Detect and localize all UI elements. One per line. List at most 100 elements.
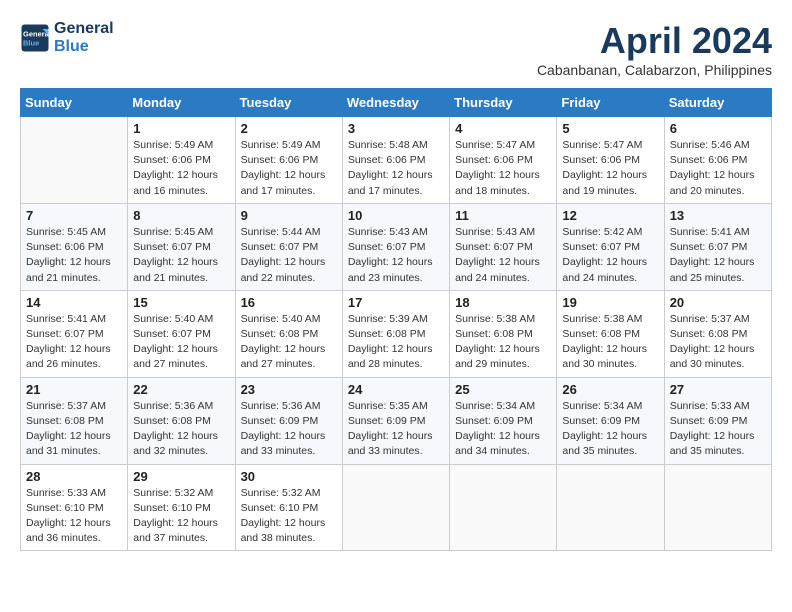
day-info: Sunrise: 5:38 AMSunset: 6:08 PMDaylight:… — [455, 312, 551, 373]
calendar-cell: 11Sunrise: 5:43 AMSunset: 6:07 PMDayligh… — [450, 203, 557, 290]
day-header-thursday: Thursday — [450, 89, 557, 117]
calendar-cell: 20 Sunrise: 5:37 AMSunset: 6:08 PMDayligh… — [664, 290, 771, 377]
day-number: 11 — [455, 208, 551, 223]
calendar-cell: 29Sunrise: 5:32 AMSunset: 6:10 PMDayligh… — [128, 464, 235, 551]
calendar-cell: 30 Sunrise: 5:32 AMSunset: 6:10 PMDayligh… — [235, 464, 342, 551]
calendar-cell: 1Sunrise: 5:49 AMSunset: 6:06 PMDaylight… — [128, 117, 235, 204]
day-number: 18 — [455, 295, 551, 310]
month-title: April 2024 — [537, 20, 772, 62]
calendar-cell: 10 Sunrise: 5:43 AMSunset: 6:07 PMDayligh… — [342, 203, 449, 290]
day-info: Sunrise: 5:35 AMSunset: 6:09 PMDaylight:… — [348, 399, 444, 460]
day-info: Sunrise: 5:40 AMSunset: 6:07 PMDaylight:… — [133, 312, 229, 373]
calendar-cell: 7Sunrise: 5:45 AMSunset: 6:06 PMDaylight… — [21, 203, 128, 290]
calendar-cell: 19 Sunrise: 5:38 AMSunset: 6:08 PMDayligh… — [557, 290, 664, 377]
day-info: Sunrise: 5:37 AMSunset: 6:08 PMDaylight:… — [26, 399, 122, 460]
day-info: Sunrise: 5:41 AMSunset: 6:07 PMDaylight:… — [670, 225, 766, 286]
day-number: 5 — [562, 121, 658, 136]
day-number: 1 — [133, 121, 229, 136]
day-info: Sunrise: 5:45 AMSunset: 6:07 PMDaylight:… — [133, 225, 229, 286]
calendar-week-row: 1 Sunrise: 5:49 AMSunset: 6:06 PMDaylight… — [21, 117, 772, 204]
day-header-friday: Friday — [557, 89, 664, 117]
calendar-cell: 13 Sunrise: 5:41 AMSunset: 6:07 PMDayligh… — [664, 203, 771, 290]
day-info: Sunrise: 5:37 AMSunset: 6:08 PMDaylight:… — [670, 312, 766, 373]
calendar-week-row: 14 Sunrise: 5:41 AMSunset: 6:07 PMDayligh… — [21, 290, 772, 377]
day-number: 14 — [26, 295, 122, 310]
calendar-cell — [342, 464, 449, 551]
day-number: 27 — [670, 382, 766, 397]
day-info: Sunrise: 5:33 AMSunset: 6:09 PMDaylight:… — [670, 399, 766, 460]
day-info: Sunrise: 5:46 AMSunset: 6:06 PMDaylight:… — [670, 138, 766, 199]
day-number: 23 — [241, 382, 337, 397]
calendar-cell: 22Sunrise: 5:36 AMSunset: 6:08 PMDayligh… — [128, 377, 235, 464]
svg-text:Blue: Blue — [23, 39, 39, 48]
page-header: General Blue General Blue April 2024 Cab… — [20, 20, 772, 78]
day-number: 2 — [241, 121, 337, 136]
calendar-cell: 15 Sunrise: 5:40 AMSunset: 6:07 PMDayligh… — [128, 290, 235, 377]
calendar-cell — [664, 464, 771, 551]
calendar-cell — [450, 464, 557, 551]
day-info: Sunrise: 5:36 AMSunset: 6:08 PMDaylight:… — [133, 399, 229, 460]
day-info: Sunrise: 5:48 AMSunset: 6:06 PMDaylight:… — [348, 138, 444, 199]
day-number: 4 — [455, 121, 551, 136]
day-number: 25 — [455, 382, 551, 397]
calendar-week-row: 7Sunrise: 5:45 AMSunset: 6:06 PMDaylight… — [21, 203, 772, 290]
day-number: 3 — [348, 121, 444, 136]
calendar-cell: 3 Sunrise: 5:48 AMSunset: 6:06 PMDaylight… — [342, 117, 449, 204]
calendar-cell — [21, 117, 128, 204]
day-number: 13 — [670, 208, 766, 223]
day-number: 21 — [26, 382, 122, 397]
day-info: Sunrise: 5:42 AMSunset: 6:07 PMDaylight:… — [562, 225, 658, 286]
calendar-cell: 17Sunrise: 5:39 AMSunset: 6:08 PMDayligh… — [342, 290, 449, 377]
day-info: Sunrise: 5:33 AMSunset: 6:10 PMDaylight:… — [26, 486, 122, 547]
calendar-cell: 14 Sunrise: 5:41 AMSunset: 6:07 PMDayligh… — [21, 290, 128, 377]
calendar-body: 1 Sunrise: 5:49 AMSunset: 6:06 PMDaylight… — [21, 117, 772, 551]
day-header-wednesday: Wednesday — [342, 89, 449, 117]
day-info: Sunrise: 5:45 AMSunset: 6:06 PMDaylight:… — [26, 225, 122, 286]
calendar-cell — [557, 464, 664, 551]
day-info: Sunrise: 5:43 AMSunset: 6:07 PMDaylight:… — [348, 225, 444, 286]
calendar-cell: 9Sunrise: 5:44 AMSunset: 6:07 PMDaylight… — [235, 203, 342, 290]
day-header-monday: Monday — [128, 89, 235, 117]
day-header-sunday: Sunday — [21, 89, 128, 117]
day-info: Sunrise: 5:39 AMSunset: 6:08 PMDaylight:… — [348, 312, 444, 373]
day-info: Sunrise: 5:36 AMSunset: 6:09 PMDaylight:… — [241, 399, 337, 460]
day-number: 9 — [241, 208, 337, 223]
day-number: 10 — [348, 208, 444, 223]
day-info: Sunrise: 5:49 AMSunset: 6:06 PMDaylight:… — [241, 138, 337, 199]
day-number: 16 — [241, 295, 337, 310]
day-info: Sunrise: 5:40 AMSunset: 6:08 PMDaylight:… — [241, 312, 337, 373]
day-number: 6 — [670, 121, 766, 136]
calendar-cell: 25 Sunrise: 5:34 AMSunset: 6:09 PMDayligh… — [450, 377, 557, 464]
day-info: Sunrise: 5:47 AMSunset: 6:06 PMDaylight:… — [455, 138, 551, 199]
day-number: 19 — [562, 295, 658, 310]
calendar-cell: 28Sunrise: 5:33 AMSunset: 6:10 PMDayligh… — [21, 464, 128, 551]
day-number: 20 — [670, 295, 766, 310]
calendar-cell: 18 Sunrise: 5:38 AMSunset: 6:08 PMDayligh… — [450, 290, 557, 377]
day-info: Sunrise: 5:38 AMSunset: 6:08 PMDaylight:… — [562, 312, 658, 373]
calendar-header-row: SundayMondayTuesdayWednesdayThursdayFrid… — [21, 89, 772, 117]
day-number: 24 — [348, 382, 444, 397]
logo: General Blue General Blue — [20, 20, 114, 56]
day-info: Sunrise: 5:34 AMSunset: 6:09 PMDaylight:… — [562, 399, 658, 460]
calendar-cell: 16 Sunrise: 5:40 AMSunset: 6:08 PMDayligh… — [235, 290, 342, 377]
day-number: 12 — [562, 208, 658, 223]
calendar-week-row: 28Sunrise: 5:33 AMSunset: 6:10 PMDayligh… — [21, 464, 772, 551]
calendar-cell: 5 Sunrise: 5:47 AMSunset: 6:06 PMDaylight… — [557, 117, 664, 204]
calendar-cell: 8 Sunrise: 5:45 AMSunset: 6:07 PMDaylight… — [128, 203, 235, 290]
day-number: 8 — [133, 208, 229, 223]
day-header-tuesday: Tuesday — [235, 89, 342, 117]
calendar-cell: 24 Sunrise: 5:35 AMSunset: 6:09 PMDayligh… — [342, 377, 449, 464]
logo-text: General Blue — [54, 20, 114, 56]
day-number: 15 — [133, 295, 229, 310]
calendar-week-row: 21 Sunrise: 5:37 AMSunset: 6:08 PMDayligh… — [21, 377, 772, 464]
day-number: 30 — [241, 469, 337, 484]
calendar-cell: 6 Sunrise: 5:46 AMSunset: 6:06 PMDaylight… — [664, 117, 771, 204]
calendar-cell: 27 Sunrise: 5:33 AMSunset: 6:09 PMDayligh… — [664, 377, 771, 464]
day-info: Sunrise: 5:41 AMSunset: 6:07 PMDaylight:… — [26, 312, 122, 373]
day-info: Sunrise: 5:47 AMSunset: 6:06 PMDaylight:… — [562, 138, 658, 199]
day-info: Sunrise: 5:32 AMSunset: 6:10 PMDaylight:… — [241, 486, 337, 547]
calendar-cell: 23 Sunrise: 5:36 AMSunset: 6:09 PMDayligh… — [235, 377, 342, 464]
logo-icon: General Blue — [20, 23, 50, 53]
day-info: Sunrise: 5:34 AMSunset: 6:09 PMDaylight:… — [455, 399, 551, 460]
day-info: Sunrise: 5:32 AMSunset: 6:10 PMDaylight:… — [133, 486, 229, 547]
